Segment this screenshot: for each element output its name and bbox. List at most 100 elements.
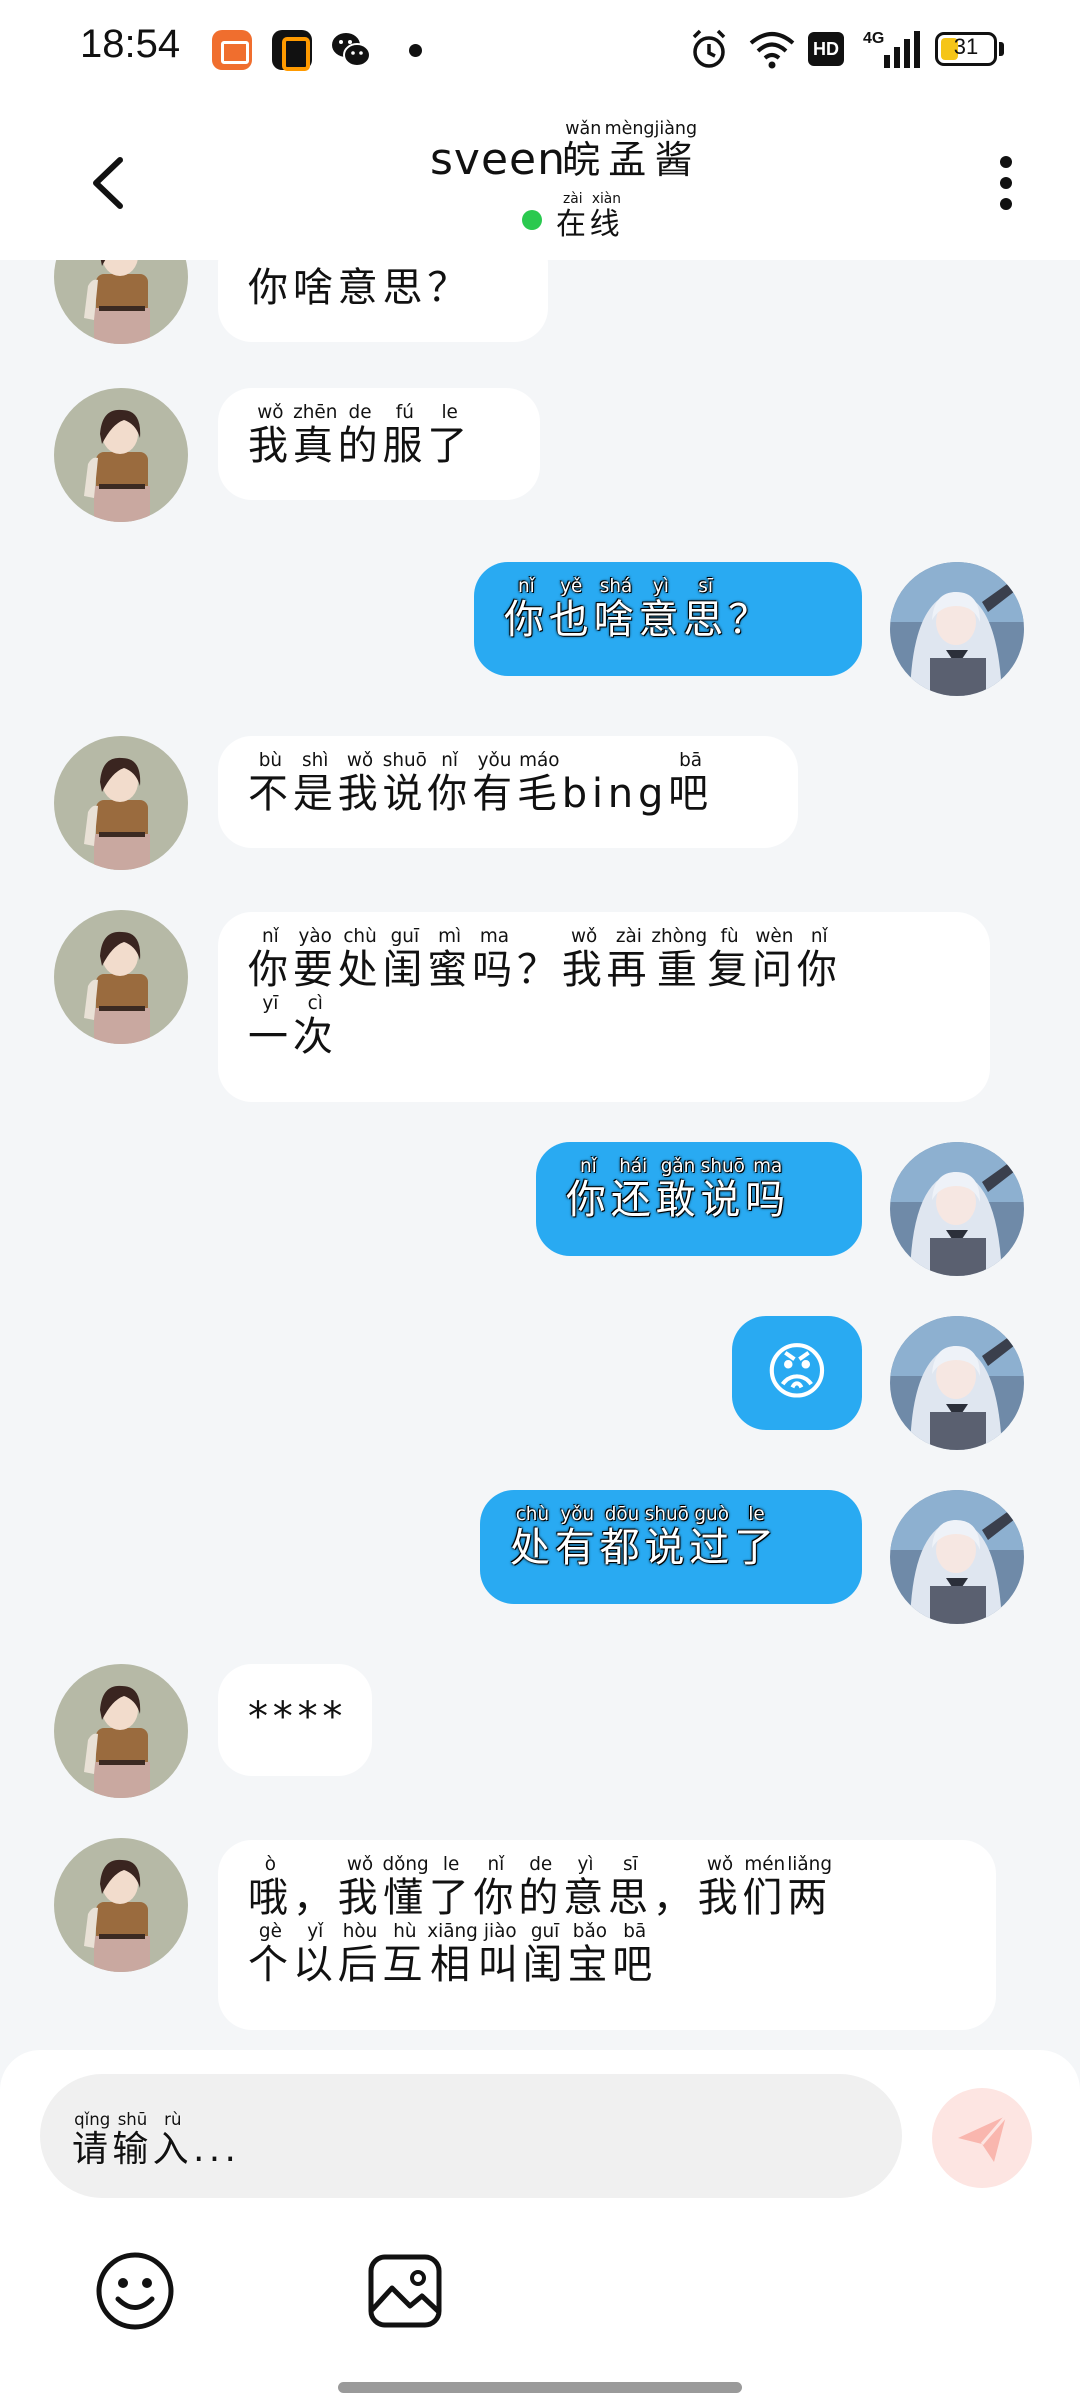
char-pinyin: shá	[593, 576, 639, 597]
contact-avatar[interactable]	[54, 736, 188, 870]
char-hanzi: 叫	[477, 1942, 523, 1988]
char-hanzi: 闺	[522, 1942, 568, 1988]
back-button[interactable]	[80, 148, 140, 218]
contact-avatar[interactable]	[54, 1838, 188, 1972]
char-hanzi: 了	[427, 423, 473, 469]
contact-avatar[interactable]	[54, 910, 188, 1044]
message-bubble[interactable]: 不bù是shì我wǒ说shuō你nǐ有yǒu毛máobing 吧bā	[218, 736, 798, 848]
char: 皖wǎn	[562, 119, 605, 182]
char: 个gè	[248, 1921, 293, 1988]
char-hanzi: 宝	[567, 1942, 613, 1988]
char-pinyin: le	[734, 1504, 779, 1525]
message-list[interactable]: 你 啥 意 思 ？ 我wǒ真zhēn的de服fú了le 你nǐ也yě啥shá意yì…	[0, 260, 1080, 2050]
char-hanzi: 你	[796, 947, 842, 993]
char: 敢gǎn	[656, 1156, 701, 1223]
char: 吗ma	[472, 926, 517, 993]
message-line: 个gè以yǐ后hòu互hù相xiāng叫jiào闺guī宝bǎo吧bā	[248, 1921, 966, 1990]
char-hanzi: 蜜	[427, 947, 473, 993]
char-hanzi: 啥	[593, 597, 639, 643]
char-hanzi: 吗	[745, 1177, 791, 1223]
char: 一yī	[248, 993, 293, 1060]
char-pinyin: wǒ	[337, 750, 383, 771]
char-hanzi: 也	[548, 597, 594, 643]
char-hanzi: 相	[427, 1942, 478, 1988]
char-pinyin: shì	[292, 750, 338, 771]
message-input[interactable]: 请qǐng输shū入rù...	[40, 2074, 902, 2198]
network-label: 4G	[863, 30, 884, 47]
char: 处chù	[338, 926, 383, 993]
char-pinyin: cì	[292, 993, 338, 1014]
char: 你nǐ	[504, 576, 549, 643]
home-indicator[interactable]	[338, 2382, 742, 2393]
char-hanzi: 我	[697, 1875, 743, 1921]
char-hanzi: 说	[644, 1525, 690, 1571]
my-avatar[interactable]	[890, 1142, 1024, 1276]
message-bubble[interactable]: 我wǒ真zhēn的de服fú了le	[218, 388, 540, 500]
char: 说shuō	[644, 1504, 690, 1571]
char-pinyin: hù	[382, 1921, 428, 1942]
char-pinyin: zài	[606, 926, 652, 947]
message-bubble[interactable]: 你nǐ还hái敢gǎn说shuō吗ma	[536, 1142, 862, 1256]
emoji-button[interactable]	[94, 2250, 176, 2332]
char-pinyin: hái	[610, 1156, 656, 1177]
char-pinyin: bā	[612, 1921, 658, 1942]
online-status-text: 在zài线xiàn	[556, 191, 623, 243]
message-bubble[interactable]: 你nǐ要yào处chù闺guī蜜mì吗ma？ 我wǒ再zài重zhòng复fù问…	[218, 912, 990, 1102]
char: 意	[338, 265, 383, 311]
char: 吧bā	[612, 1921, 657, 1988]
message-bubble[interactable]: 处chù有yǒu都dōu说shuō过guò了le	[480, 1490, 862, 1604]
message-line: 哦ò， 我wǒ懂dǒng了le你nǐ的de意yì思sī， 我wǒ们mén两liǎ…	[248, 1854, 966, 1923]
incoming-message: 不bù是shì我wǒ说shuō你nǐ有yǒu毛máobing 吧bā	[0, 736, 1080, 870]
char-pinyin: zài	[556, 191, 590, 207]
char-pinyin	[293, 260, 338, 265]
char-hanzi: 个	[248, 1942, 293, 1988]
char: ...	[193, 2129, 240, 2170]
char-hanzi: 你	[248, 947, 293, 993]
char: 吗ma	[745, 1156, 791, 1223]
message-bubble[interactable]: ****	[218, 1664, 372, 1776]
char-pinyin: sī	[607, 1854, 653, 1875]
char: 毛máo	[517, 750, 562, 817]
char: ，	[653, 1875, 698, 1921]
char-hanzi: 在	[556, 207, 590, 242]
char-pinyin: wǎn	[562, 119, 605, 139]
my-avatar[interactable]	[890, 1316, 1024, 1450]
send-button[interactable]	[932, 2088, 1032, 2188]
char-hanzi: 不	[248, 771, 293, 817]
message-bubble[interactable]: 😡	[732, 1316, 862, 1430]
char: 叫jiào	[477, 1921, 523, 1988]
char: 你nǐ	[427, 750, 472, 817]
char-pinyin: yǒu	[472, 750, 517, 771]
message-bubble[interactable]: 你nǐ也yě啥shá意yì思sī？	[474, 562, 862, 676]
char-hanzi: 懂	[382, 1875, 429, 1921]
char-pinyin: le	[427, 402, 473, 423]
contact-avatar[interactable]	[54, 260, 188, 344]
contact-avatar[interactable]	[54, 388, 188, 522]
char: 问wèn	[752, 926, 797, 993]
incoming-message: 你 啥 意 思 ？	[0, 260, 1080, 344]
char-hanzi: 两	[787, 1875, 832, 1921]
char-hanzi: 输	[112, 2129, 153, 2170]
char-hanzi: 你	[248, 265, 293, 311]
my-avatar[interactable]	[890, 562, 1024, 696]
char-hanzi: 后	[337, 1942, 383, 1988]
message-bubble[interactable]: 哦ò， 我wǒ懂dǒng了le你nǐ的de意yì思sī， 我wǒ们mén两liǎ…	[218, 1840, 996, 2030]
my-avatar[interactable]	[890, 1490, 1024, 1624]
char-hanzi: 说	[382, 771, 428, 817]
message-bubble[interactable]: 你 啥 意 思 ？	[218, 260, 548, 342]
more-options-button[interactable]	[986, 148, 1026, 218]
char-pinyin: hòu	[337, 1921, 383, 1942]
char-hanzi: 有	[554, 1525, 600, 1571]
char-hanzi: ，	[652, 1875, 698, 1921]
char: 我wǒ	[697, 1854, 743, 1921]
char-hanzi: 思	[382, 265, 428, 311]
char: 你	[248, 265, 293, 311]
char: 你nǐ	[796, 926, 842, 993]
char: ，	[293, 1875, 338, 1921]
char-pinyin: guò	[689, 1504, 735, 1525]
image-button[interactable]	[364, 2250, 446, 2332]
char-pinyin: xiāng	[427, 1921, 478, 1942]
contact-avatar[interactable]	[54, 1664, 188, 1798]
battery-level: 31	[953, 34, 979, 59]
char-hanzi: 问	[752, 947, 797, 993]
